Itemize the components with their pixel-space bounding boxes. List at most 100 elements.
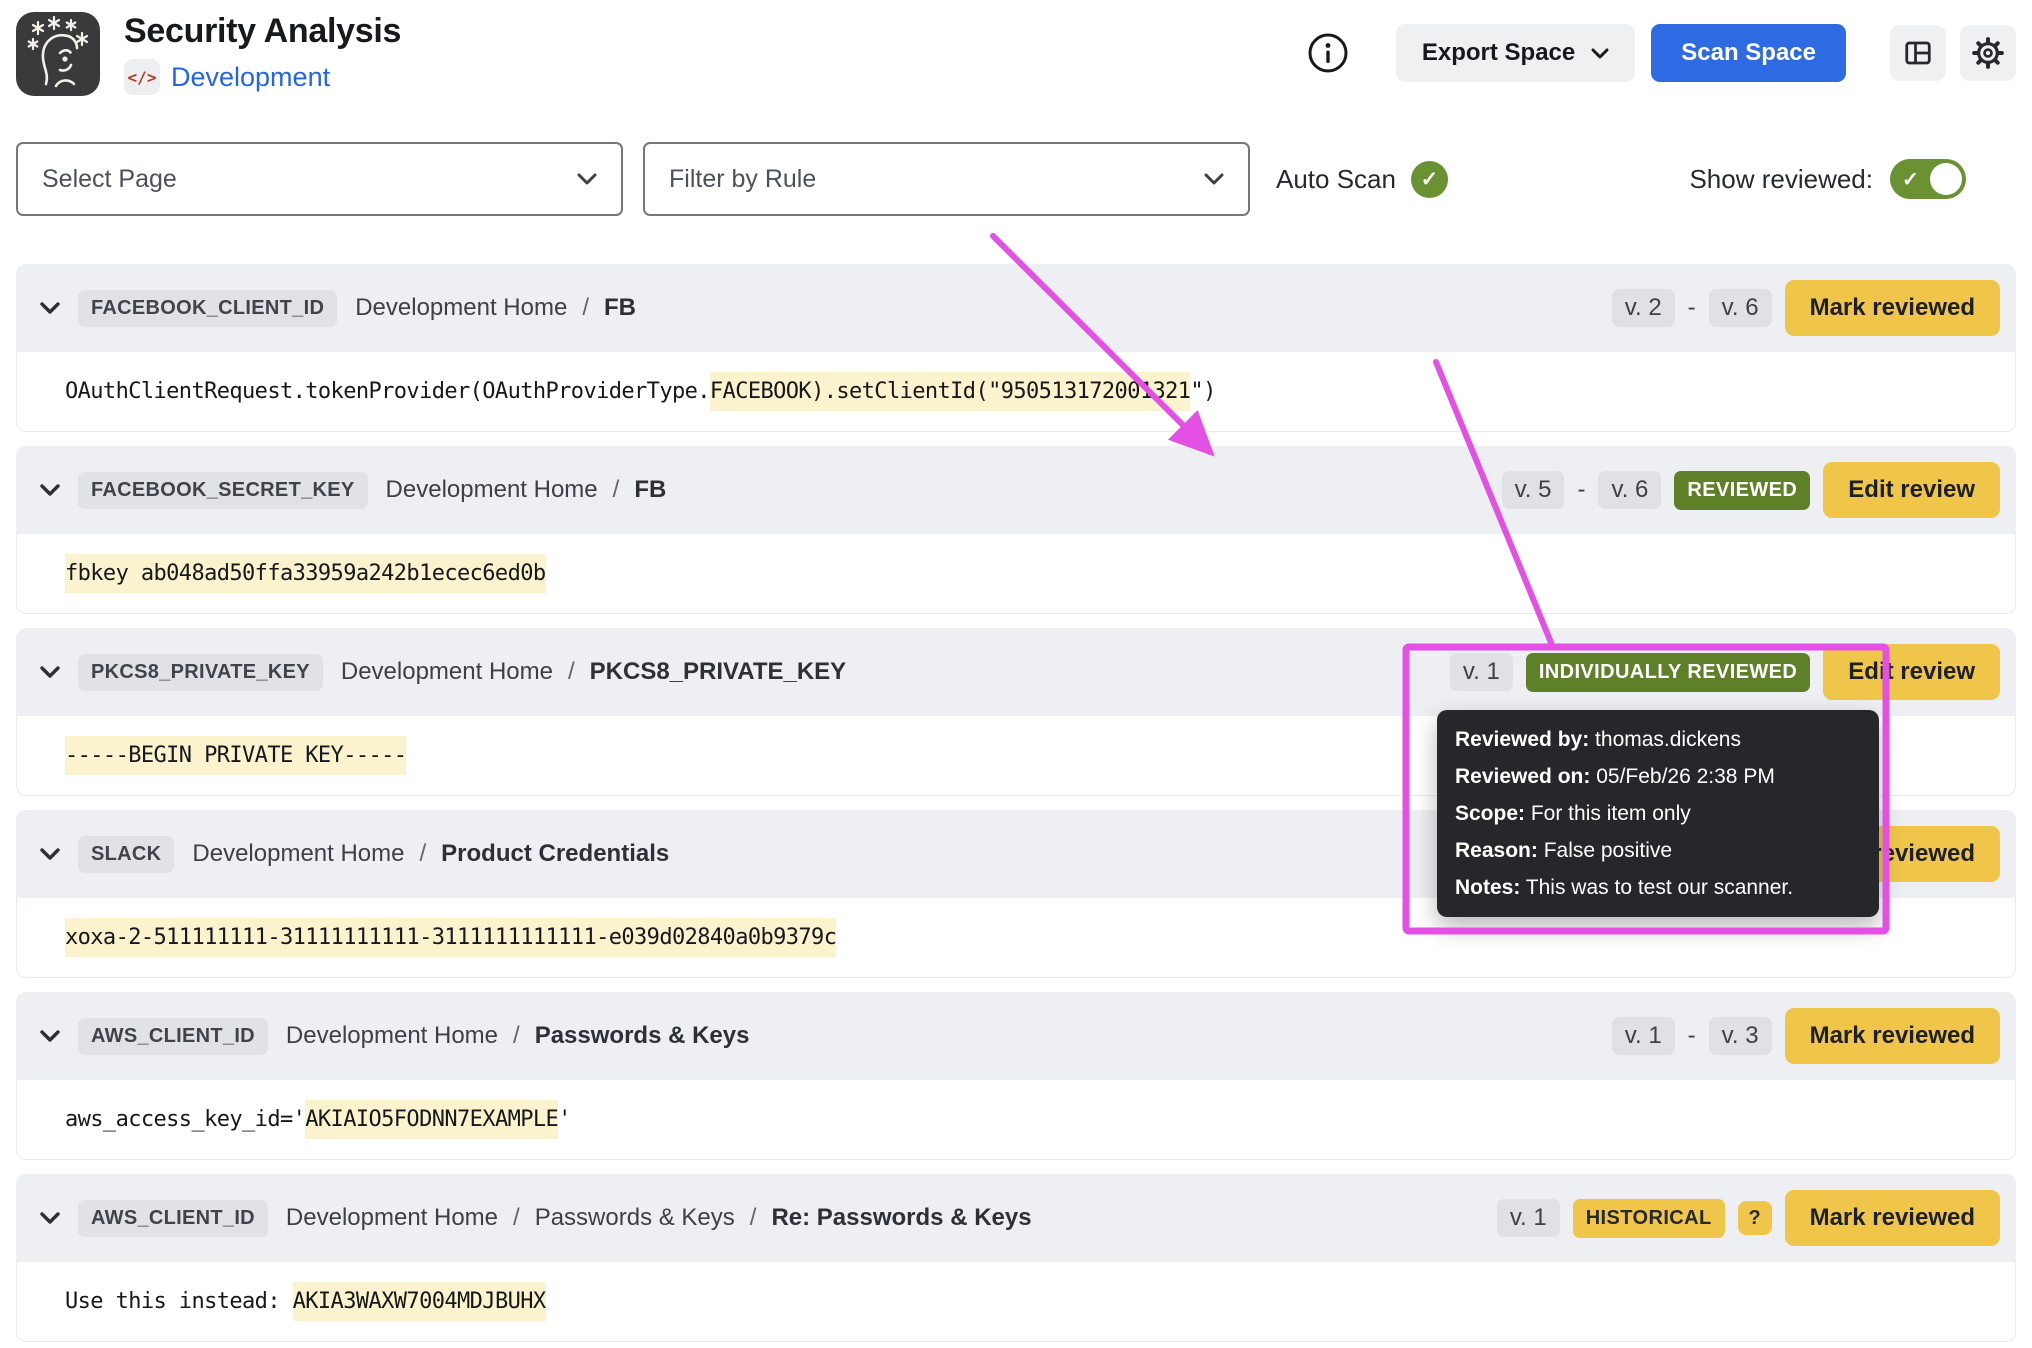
- code-text: ': [558, 1107, 571, 1132]
- finding-header: FACEBOOK_SECRET_KEY Development Home / FB v.…: [16, 446, 2016, 534]
- secret-highlight: AKIA3WAXW7004MDJBUHX: [292, 1282, 546, 1321]
- version-chip[interactable]: v. 1: [1611, 1017, 1675, 1055]
- breadcrumb-item[interactable]: Development Home: [355, 294, 567, 322]
- row-expand-chevron-icon[interactable]: [36, 662, 64, 682]
- security-analysis-page: Security Analysis </> Development Export…: [0, 0, 2032, 1348]
- breadcrumb: Development Home / FB: [355, 294, 636, 322]
- breadcrumb-item[interactable]: FB: [604, 294, 636, 322]
- tooltip-field: Reason: False positive: [1455, 832, 1861, 869]
- breadcrumb-separator: /: [582, 294, 589, 321]
- show-reviewed-label: Show reviewed:: [1689, 163, 1873, 194]
- breadcrumb-item[interactable]: Re: Passwords & Keys: [771, 1204, 1031, 1232]
- version-chip[interactable]: v. 6: [1598, 471, 1662, 509]
- version-dash: -: [1687, 294, 1696, 321]
- scan-space-button[interactable]: Scan Space: [1651, 24, 1846, 82]
- settings-gear-icon[interactable]: [1960, 25, 2016, 81]
- finding-header: AWS_CLIENT_ID Development Home / Passwords …: [16, 992, 2016, 1080]
- row-expand-chevron-icon[interactable]: [36, 844, 64, 864]
- edit-review-button[interactable]: Edit review: [1823, 644, 2000, 700]
- version-chip[interactable]: v. 1: [1449, 653, 1513, 691]
- show-reviewed-control: Show reviewed: ✓: [1689, 159, 2016, 199]
- auto-scan-check-icon: ✓: [1410, 160, 1448, 198]
- breadcrumb-item[interactable]: FB: [634, 476, 666, 504]
- info-icon[interactable]: [1306, 31, 1350, 75]
- page-title: Security Analysis: [124, 12, 402, 50]
- tooltip-field-label: Notes:: [1455, 876, 1521, 899]
- breadcrumb: Development Home / FB: [386, 476, 667, 504]
- app-logo: [16, 12, 100, 96]
- space-link[interactable]: Development: [171, 62, 330, 93]
- tooltip-field-label: Scope:: [1455, 802, 1526, 825]
- code-snippet: OAuthClientRequest.tokenProvider(OAuthPr…: [16, 352, 2016, 432]
- breadcrumb-item[interactable]: PKCS8_PRIVATE_KEY: [590, 658, 847, 686]
- version-chip[interactable]: v. 2: [1611, 289, 1675, 327]
- layout-panel-icon[interactable]: [1890, 25, 1946, 81]
- filter-by-rule-placeholder: Filter by Rule: [669, 164, 817, 193]
- title-block: Security Analysis </> Development: [124, 12, 401, 95]
- row-expand-chevron-icon[interactable]: [36, 298, 64, 318]
- version-chip[interactable]: v. 1: [1496, 1199, 1560, 1237]
- tooltip-field-value: thomas.dickens: [1589, 728, 1741, 751]
- breadcrumb-item[interactable]: Passwords & Keys: [535, 1022, 750, 1050]
- rule-badge: AWS_CLIENT_ID: [78, 1199, 268, 1237]
- status-badge[interactable]: REVIEWED: [1674, 470, 1811, 510]
- row-expand-chevron-icon[interactable]: [36, 480, 64, 500]
- auto-scan-status: Auto Scan ✓: [1276, 160, 1448, 198]
- status-badge[interactable]: INDIVIDUALLY REVIEWED: [1525, 652, 1811, 692]
- tooltip-field: Reviewed on: 05/Feb/26 2:38 PM: [1455, 758, 1861, 795]
- rule-badge: PKCS8_PRIVATE_KEY: [78, 653, 323, 691]
- finding-actions: v. 1- v. 3 Mark reviewed: [1611, 1008, 2000, 1064]
- breadcrumb-separator: /: [567, 658, 575, 685]
- select-page-dropdown[interactable]: Select Page: [16, 142, 623, 216]
- finding-header: PKCS8_PRIVATE_KEY Development Home / PKCS8_…: [16, 628, 2016, 716]
- export-space-button[interactable]: Export Space: [1395, 24, 1636, 82]
- breadcrumb-item[interactable]: Development Home: [286, 1204, 498, 1232]
- breadcrumb-item[interactable]: Development Home: [341, 658, 553, 686]
- version-chip[interactable]: v. 6: [1708, 289, 1772, 327]
- toggle-knob: [1930, 163, 1962, 195]
- breadcrumb-item[interactable]: Passwords & Keys: [535, 1204, 735, 1232]
- edit-review-button[interactable]: Edit review: [1823, 462, 2000, 518]
- tooltip-field: Notes: This was to test our scanner.: [1455, 869, 1861, 906]
- select-page-placeholder: Select Page: [42, 164, 177, 193]
- breadcrumb-separator: /: [612, 476, 620, 503]
- finding-header: FACEBOOK_CLIENT_ID Development Home / FB v. …: [16, 264, 2016, 352]
- mark-reviewed-button[interactable]: Mark reviewed: [1784, 1190, 2000, 1246]
- filter-by-rule-dropdown[interactable]: Filter by Rule: [643, 142, 1250, 216]
- version-chip[interactable]: v. 3: [1708, 1017, 1772, 1055]
- finding-actions: v. 1 INDIVIDUALLY REVIEWED Edit review: [1449, 644, 2000, 700]
- breadcrumb-item[interactable]: Product Credentials: [441, 840, 669, 868]
- finding-row: FACEBOOK_SECRET_KEY Development Home / FB v.…: [16, 446, 2016, 614]
- mark-reviewed-button[interactable]: Mark reviewed: [1784, 280, 2000, 336]
- row-expand-chevron-icon[interactable]: [36, 1208, 64, 1228]
- show-reviewed-toggle[interactable]: ✓: [1890, 159, 1966, 199]
- filter-bar: Select Page Filter by Rule Auto Scan ✓ S…: [16, 142, 2016, 216]
- tooltip-field-label: Reviewed by:: [1455, 728, 1590, 751]
- rule-badge: AWS_CLIENT_ID: [78, 1017, 268, 1055]
- code-snippet: aws_access_key_id=' AKIAIO5FODNN7EXAMPLE ': [16, 1080, 2016, 1160]
- status-badge[interactable]: HISTORICAL: [1572, 1198, 1725, 1238]
- breadcrumb: Development Home / Product Credentials: [192, 840, 669, 868]
- chevron-down-icon: [577, 173, 597, 185]
- version-chip[interactable]: v. 5: [1501, 471, 1565, 509]
- code-snippet: Use this instead: AKIA3WAXW7004MDJBUHX: [16, 1262, 2016, 1342]
- app-header: Security Analysis </> Development Export…: [16, 12, 2016, 96]
- finding-row: FACEBOOK_CLIENT_ID Development Home / FB v. …: [16, 264, 2016, 432]
- tooltip-field-value: For this item only: [1525, 802, 1691, 825]
- breadcrumb-separator: /: [513, 1204, 520, 1231]
- row-expand-chevron-icon[interactable]: [36, 1026, 64, 1046]
- breadcrumb-item[interactable]: Development Home: [192, 840, 404, 868]
- mark-reviewed-button[interactable]: Mark reviewed: [1784, 1008, 2000, 1064]
- finding-actions: v. 2- v. 6 Mark reviewed: [1611, 280, 2000, 336]
- finding-row: AWS_CLIENT_ID Development Home / Passwords …: [16, 1174, 2016, 1342]
- breadcrumb-item[interactable]: Development Home: [286, 1022, 498, 1050]
- code-icon: </>: [124, 59, 160, 95]
- breadcrumb-separator: /: [419, 840, 427, 867]
- toggle-check-icon: ✓: [1902, 168, 1919, 191]
- tooltip-field-label: Reviewed on:: [1455, 765, 1591, 788]
- help-icon[interactable]: ?: [1737, 1201, 1772, 1235]
- tooltip-field: Reviewed by: thomas.dickens: [1455, 721, 1861, 758]
- breadcrumb-item[interactable]: Development Home: [386, 476, 598, 504]
- code-snippet: fbkey ab048ad50ffa33959a242b1ecec6ed0b: [16, 534, 2016, 614]
- code-text: OAuthClientRequest.tokenProvider(OAuthPr…: [65, 379, 711, 404]
